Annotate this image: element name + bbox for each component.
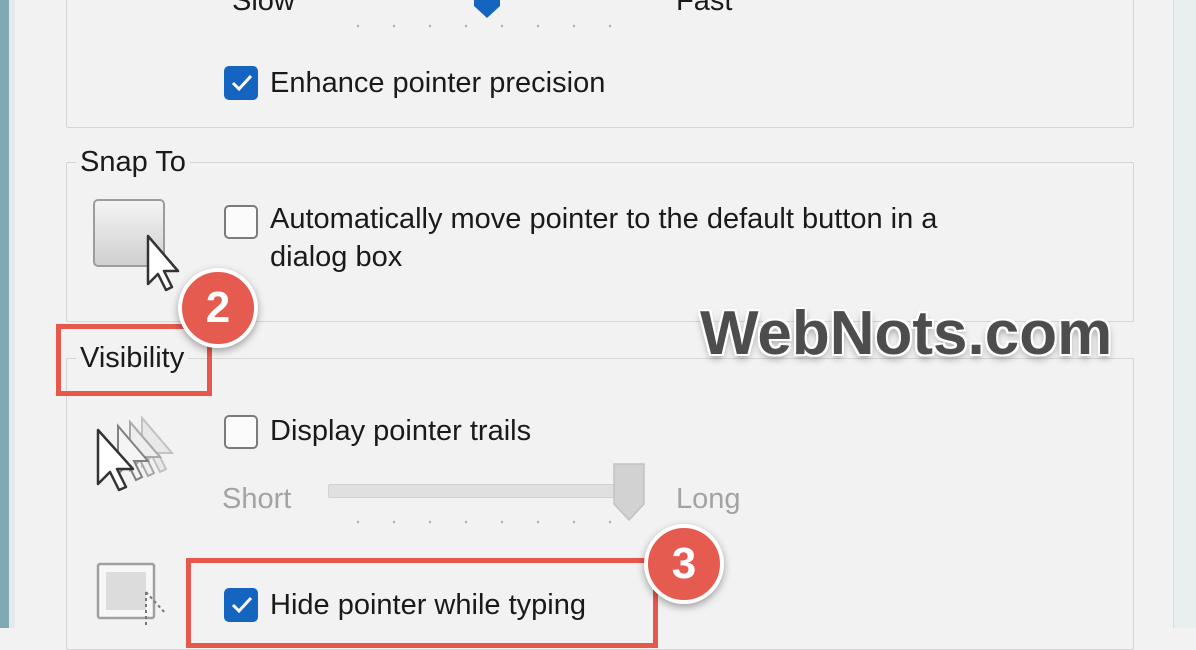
snap-to-label-line1[interactable]: Automatically move pointer to the defaul… [270, 200, 937, 238]
trail-long-label: Long [676, 483, 741, 515]
slow-label: Slow [232, 0, 295, 17]
trail-length-ticks [340, 520, 640, 524]
hide-pointer-highlight-box [186, 558, 658, 648]
scrollbar-area[interactable] [1173, 0, 1196, 628]
pointer-trails-icon [92, 412, 192, 496]
snap-button-icon [92, 198, 192, 294]
speed-slider-thumb[interactable] [472, 0, 502, 22]
snap-to-checkbox[interactable] [224, 205, 258, 239]
trail-length-track[interactable] [328, 484, 630, 498]
trail-short-label: Short [222, 483, 292, 515]
enhance-precision-checkbox[interactable] [224, 66, 258, 100]
snap-to-label-line2[interactable]: dialog box [270, 238, 402, 276]
window-left-edge [0, 0, 9, 628]
pointer-trails-label[interactable]: Display pointer trails [270, 412, 531, 450]
step-2-badge: 2 [178, 268, 258, 348]
speed-slider-ticks [340, 24, 640, 28]
webnots-watermark: WebNots.com [700, 299, 1113, 368]
step-3-badge: 3 [644, 524, 724, 604]
enhance-precision-label[interactable]: Enhance pointer precision [270, 64, 605, 102]
fast-label: Fast [676, 0, 733, 17]
snap-to-title: Snap To [76, 146, 190, 179]
hide-pointer-icon [96, 562, 186, 628]
pointer-trails-checkbox[interactable] [224, 415, 258, 449]
trail-length-thumb[interactable] [612, 462, 646, 522]
window-border [9, 0, 15, 628]
